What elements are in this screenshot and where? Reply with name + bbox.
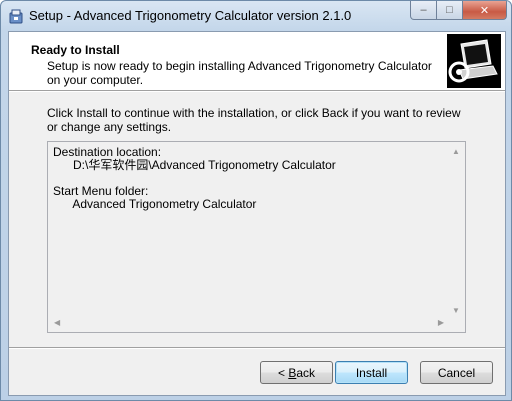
computer-install-icon [447,34,501,88]
scroll-left-icon[interactable]: ◀ [54,318,60,327]
title-bar[interactable]: Setup - Advanced Trigonometry Calculator… [1,1,511,31]
cancel-button[interactable]: Cancel [420,361,493,384]
summary-line: D:\华军软件园\Advanced Trigonometry Calculato… [53,158,336,172]
page-subtitle: Setup is now ready to begin installing A… [47,59,432,87]
scroll-down-icon[interactable]: ▼ [452,306,460,315]
maximize-button[interactable]: □ [437,1,463,20]
install-button[interactable]: Install [335,361,408,384]
maximize-icon: □ [446,4,453,16]
header-divider [9,91,505,92]
back-button-prefix: < [277,365,289,380]
back-button-accelerator: B [288,365,297,380]
summary-line: Advanced Trigonometry Calculator [53,197,257,211]
minimize-icon: – [420,4,427,16]
caption-buttons: – □ ✕ [410,1,507,21]
install-button-label: Install [355,365,388,380]
back-button-label: ack [296,365,316,380]
close-icon: ✕ [479,4,490,17]
minimize-button[interactable]: – [410,1,437,20]
scroll-right-icon[interactable]: ▶ [438,318,444,327]
scroll-up-icon[interactable]: ▲ [452,147,460,156]
vertical-scrollbar[interactable]: ▲ ▼ [448,143,464,317]
wizard-page: Ready to Install Setup is now ready to b… [8,31,506,396]
page-title: Ready to Install [31,43,120,57]
back-button[interactable]: < Back [260,361,333,384]
summary-memo[interactable]: Destination location: D:\华军软件园\Advanced … [47,141,466,333]
footer-divider [9,347,505,349]
wizard-header: Ready to Install Setup is now ready to b… [9,32,505,91]
setup-icon [9,9,23,24]
cancel-button-label: Cancel [437,365,476,380]
close-button[interactable]: ✕ [463,1,507,20]
instruction-text: Click Install to continue with the insta… [47,106,461,134]
summary-content: Destination location: D:\华军软件园\Advanced … [53,146,336,211]
setup-window: Setup - Advanced Trigonometry Calculator… [0,0,512,401]
window-title: Setup - Advanced Trigonometry Calculator… [29,8,352,23]
horizontal-scrollbar[interactable]: ◀ ▶ [49,315,449,331]
